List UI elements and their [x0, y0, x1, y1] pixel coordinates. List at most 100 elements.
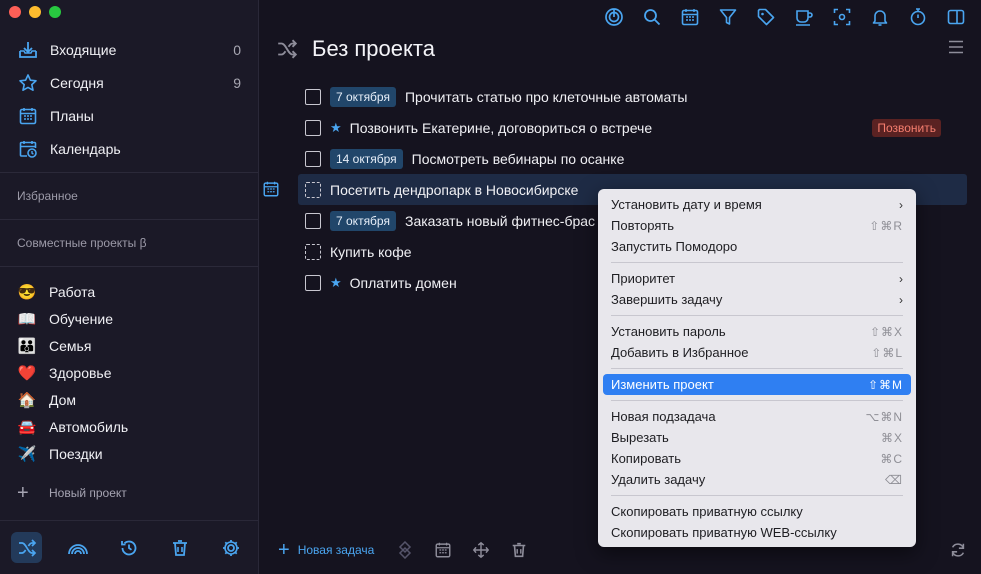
sidebar-item-plans[interactable]: Планы	[0, 99, 258, 132]
task-row[interactable]: 14 октября Посмотреть вебинары по осанке	[305, 143, 967, 174]
shuffle-button[interactable]	[11, 532, 42, 563]
project-label: Обучение	[49, 310, 114, 327]
menu-item-label: Скопировать приватную ссылку	[611, 504, 803, 519]
menu-item-set-password[interactable]: Установить пароль ⇧⌘X	[603, 321, 911, 342]
menu-item-cut[interactable]: Вырезать ⌘X	[603, 427, 911, 448]
menu-item-priority[interactable]: Приоритет ›	[603, 268, 911, 289]
sidebar-item-inbox[interactable]: Входящие 0	[0, 33, 258, 66]
new-task-label: Новая задача	[297, 543, 375, 557]
menu-item-delete-task[interactable]: Удалить задачу ⌫	[603, 469, 911, 490]
delete-button[interactable]	[510, 541, 528, 559]
task-title: Посетить дендропарк в Новосибирске	[330, 181, 579, 198]
screenshot-button[interactable]	[831, 6, 853, 28]
minimize-window-button[interactable]	[29, 6, 41, 18]
new-project-button[interactable]: + Новый проект	[17, 483, 127, 503]
filter-icon	[719, 9, 737, 25]
task-date-badge: 7 октября	[330, 210, 396, 231]
history-button[interactable]	[113, 532, 144, 563]
chevron-right-icon: ›	[899, 197, 903, 212]
priority-button[interactable]	[396, 541, 414, 559]
menu-separator	[611, 400, 903, 401]
sync-icon[interactable]	[949, 541, 967, 559]
menu-item-copy-private-web-link[interactable]: Скопировать приватную WEB-ссылку	[603, 522, 911, 543]
settings-button[interactable]	[215, 532, 246, 563]
focus-button[interactable]	[603, 6, 625, 28]
zoom-window-button[interactable]	[49, 6, 61, 18]
split-view-button[interactable]	[945, 6, 967, 28]
sidebar-item-project[interactable]: 👪 Семья	[0, 332, 258, 359]
sidebar-item-project[interactable]: 🏠 Дом	[0, 386, 258, 413]
search-button[interactable]	[641, 6, 663, 28]
task-tag[interactable]: Позвонить	[872, 118, 941, 137]
menu-item-label: Скопировать приватную WEB-ссылку	[611, 525, 837, 540]
trash-icon	[172, 539, 187, 556]
menu-item-new-subtask[interactable]: Новая подзадача ⌥⌘N	[603, 406, 911, 427]
sidebar-item-project[interactable]: 😎 Работа	[0, 278, 258, 305]
trash-button[interactable]	[164, 532, 195, 563]
menu-item-pomodoro[interactable]: Запустить Помодоро	[603, 236, 911, 257]
filter-button[interactable]	[717, 6, 739, 28]
project-emoji: 🏠	[17, 391, 37, 409]
scan-icon	[833, 8, 851, 26]
task-row[interactable]: ★ Позвонить Екатерине, договориться о вс…	[305, 112, 967, 143]
date-button[interactable]	[434, 541, 452, 559]
menu-item-shortcut: ⌥⌘N	[865, 409, 903, 424]
sidebar-item-calendar[interactable]: Календарь	[0, 132, 258, 165]
menu-item-copy-private-link[interactable]: Скопировать приватную ссылку	[603, 501, 911, 522]
calendar-icon[interactable]	[262, 180, 280, 198]
plus-icon: +	[17, 482, 29, 504]
sidebar-item-today[interactable]: Сегодня 9	[0, 66, 258, 99]
timer-button[interactable]	[907, 6, 929, 28]
window-controls	[9, 6, 61, 18]
menu-item-add-favorite[interactable]: Добавить в Избранное ⇧⌘L	[603, 342, 911, 363]
new-task-button[interactable]: + Новая задача	[278, 540, 374, 560]
notifications-button[interactable]	[869, 6, 891, 28]
project-label: Автомобиль	[49, 418, 129, 435]
calendar-button[interactable]	[679, 6, 701, 28]
sidebar-item-project[interactable]: ✈️ Поездки	[0, 440, 258, 467]
project-emoji: ✈️	[17, 445, 37, 463]
sidebar-item-project[interactable]: 📖 Обучение	[0, 305, 258, 332]
delete-key-icon: ⌫	[885, 472, 903, 487]
move-button[interactable]	[472, 541, 490, 559]
task-title: Прочитать статью про клеточные автоматы	[404, 88, 688, 105]
tags-button[interactable]	[755, 6, 777, 28]
menu-item-complete-task[interactable]: Завершить задачу ›	[603, 289, 911, 310]
menu-item-change-project[interactable]: Изменить проект ⇧⌘M	[603, 374, 911, 395]
menu-item-shortcut: ⇧⌘X	[869, 324, 903, 339]
favorites-section-title[interactable]: Избранное	[17, 189, 78, 203]
task-checkbox[interactable]	[305, 243, 321, 260]
task-checkbox[interactable]	[305, 274, 321, 291]
menu-item-shortcut: ⇧⌘R	[869, 218, 903, 233]
coffee-button[interactable]	[793, 6, 815, 28]
close-window-button[interactable]	[9, 6, 21, 18]
new-project-label: Новый проект	[49, 486, 127, 500]
tag-icon	[757, 8, 775, 26]
star-icon: ★	[330, 119, 342, 135]
shuffle-icon	[18, 538, 36, 557]
task-checkbox[interactable]	[305, 212, 321, 229]
chevron-right-icon: ›	[899, 292, 903, 307]
sidebar-bottom-bar	[0, 520, 258, 574]
shared-projects-section-title[interactable]: Совместные проекты β	[17, 236, 147, 250]
inbox-icon	[17, 39, 39, 61]
menu-item-label: Вырезать	[611, 430, 669, 445]
menu-item-repeat[interactable]: Повторять ⇧⌘R	[603, 215, 911, 236]
menu-item-set-date[interactable]: Установить дату и время ›	[603, 194, 911, 215]
task-checkbox[interactable]	[305, 119, 321, 136]
sidebar-item-project[interactable]: 🚘 Автомобиль	[0, 413, 258, 440]
task-row[interactable]: 7 октября Прочитать статью про клеточные…	[305, 81, 967, 112]
task-checkbox[interactable]	[305, 88, 321, 105]
project-label: Семья	[49, 337, 92, 354]
sidebar-split-icon	[947, 9, 965, 25]
rainbow-button[interactable]	[62, 532, 93, 563]
sidebar-item-project[interactable]: ❤️ Здоровье	[0, 359, 258, 386]
project-label: Поездки	[49, 445, 103, 462]
menu-item-shortcut: ⌘C	[880, 451, 903, 466]
menu-item-label: Установить дату и время	[611, 197, 762, 212]
project-emoji: 📖	[17, 310, 37, 328]
menu-item-copy[interactable]: Копировать ⌘C	[603, 448, 911, 469]
task-checkbox[interactable]	[305, 181, 321, 198]
hamburger-menu-icon[interactable]	[948, 40, 964, 54]
task-checkbox[interactable]	[305, 150, 321, 167]
